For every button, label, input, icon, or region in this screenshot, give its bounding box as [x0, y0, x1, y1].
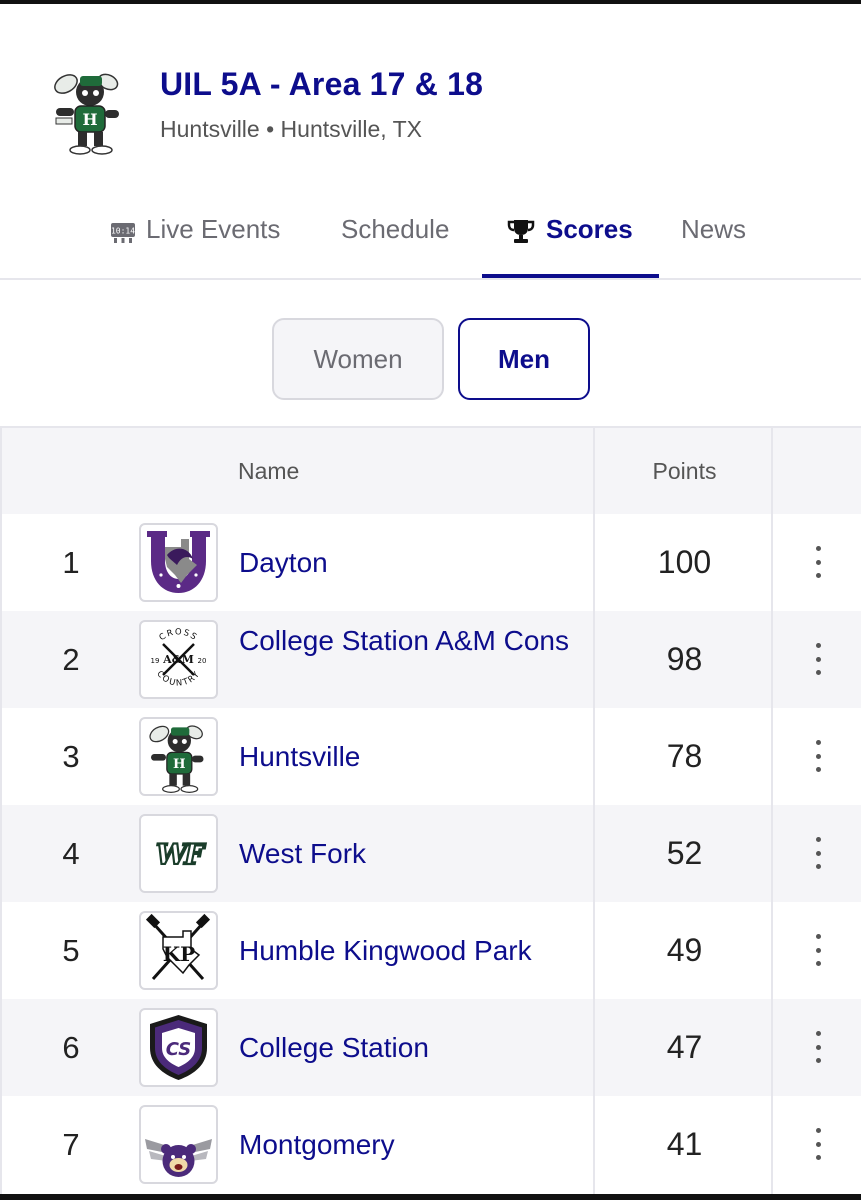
table-row[interactable]: 4 WF West Fork 52: [2, 805, 861, 902]
dayton-horseshoe-logo: [139, 523, 218, 602]
team-name-link[interactable]: College Station: [239, 1028, 429, 1067]
hornet-mascot-logo: H: [139, 717, 218, 796]
svg-text:19: 19: [151, 657, 160, 665]
tab-schedule[interactable]: Schedule: [341, 214, 449, 280]
column-header-points[interactable]: Points: [596, 458, 773, 485]
points-cell: 41: [666, 1126, 703, 1162]
column-header-name[interactable]: Name: [238, 458, 299, 485]
column-divider: [593, 428, 595, 1196]
table-row[interactable]: 3 H Huntsville 78: [2, 708, 861, 805]
more-options-icon[interactable]: [807, 1031, 829, 1063]
location-subtitle: Huntsville • Huntsville, TX: [160, 116, 422, 142]
svg-text:H: H: [173, 756, 186, 772]
table-header: Name Points: [2, 428, 861, 514]
men-toggle-button[interactable]: Men: [458, 318, 590, 400]
rank-cell: 3: [62, 739, 80, 774]
tab-live-events[interactable]: 10:14 Live Events: [110, 214, 280, 280]
tab-news[interactable]: News: [681, 214, 746, 280]
tab-bar: 10:14 Live Events Schedule Scores News: [0, 200, 861, 280]
svg-text:KP: KP: [163, 942, 195, 966]
svg-text:H: H: [82, 110, 97, 129]
women-toggle-button[interactable]: Women: [272, 318, 444, 400]
rank-cell: 1: [62, 545, 80, 580]
team-name-link[interactable]: Huntsville: [239, 737, 360, 776]
more-options-icon[interactable]: [807, 934, 829, 966]
montgomery-bear-logo: [139, 1105, 218, 1184]
more-options-icon[interactable]: [807, 546, 829, 578]
table-row[interactable]: 7 Montgomery 41: [2, 1096, 861, 1193]
team-name-link[interactable]: Dayton: [239, 543, 328, 582]
trophy-icon: [506, 218, 536, 251]
team-name-link[interactable]: College Station A&M Cons: [239, 621, 569, 660]
standings-table: Name Points 1 Dayton 100 2 CROSS COUNTRY…: [0, 426, 861, 1196]
svg-text:CROSS: CROSS: [158, 627, 200, 643]
more-options-icon[interactable]: [807, 837, 829, 869]
table-row[interactable]: 6 CS College Station 47: [2, 999, 861, 1096]
rank-cell: 7: [62, 1127, 80, 1162]
cross-country-logo: CROSS COUNTRY A&M 19 20: [139, 620, 218, 699]
team-name-link[interactable]: Humble Kingwood Park: [239, 931, 532, 970]
svg-text:A&M: A&M: [162, 653, 194, 666]
rank-cell: 4: [62, 836, 80, 871]
column-divider: [771, 428, 773, 1196]
bottom-frame-edge: [0, 1194, 861, 1200]
kingwood-park-logo: KP: [139, 911, 218, 990]
rank-cell: 5: [62, 933, 80, 968]
active-tab-indicator: [482, 274, 659, 278]
svg-text:20: 20: [198, 657, 207, 665]
rank-cell: 2: [62, 642, 80, 677]
rank-cell: 6: [62, 1030, 80, 1065]
team-name-link[interactable]: West Fork: [239, 834, 366, 873]
points-cell: 47: [666, 1029, 703, 1065]
more-options-icon[interactable]: [807, 1128, 829, 1160]
page-title: UIL 5A - Area 17 & 18: [160, 66, 484, 102]
table-row[interactable]: 2 CROSS COUNTRY A&M 19 20 College Statio…: [2, 611, 861, 708]
more-options-icon[interactable]: [807, 643, 829, 675]
college-station-shield-logo: CS: [139, 1008, 218, 1087]
hornet-mascot-logo: H: [50, 66, 128, 156]
west-fork-logo: WF: [139, 814, 218, 893]
tab-scores[interactable]: Scores: [506, 214, 633, 280]
svg-text:COUNTRY: COUNTRY: [154, 669, 202, 689]
page-header: H UIL 5A - Area 17 & 18 Huntsville • Hun…: [0, 4, 861, 180]
scoreboard-icon: 10:14: [110, 220, 136, 251]
tab-live-events-label: Live Events: [146, 214, 281, 244]
points-cell: 52: [666, 835, 703, 871]
tab-news-label: News: [681, 214, 747, 244]
points-cell: 100: [657, 544, 712, 580]
svg-text:WF: WF: [156, 838, 206, 871]
tab-scores-label: Scores: [546, 214, 633, 244]
points-cell: 78: [666, 738, 703, 774]
more-options-icon[interactable]: [807, 740, 829, 772]
svg-text:CS: CS: [166, 1039, 192, 1060]
svg-text:10:14: 10:14: [111, 227, 135, 236]
table-row[interactable]: 1 Dayton 100: [2, 514, 861, 611]
tab-schedule-label: Schedule: [341, 214, 450, 244]
points-cell: 98: [666, 641, 703, 677]
team-name-link[interactable]: Montgomery: [239, 1125, 395, 1164]
points-cell: 49: [666, 932, 703, 968]
table-row[interactable]: 5 KP Humble Kingwood Park 49: [2, 902, 861, 999]
